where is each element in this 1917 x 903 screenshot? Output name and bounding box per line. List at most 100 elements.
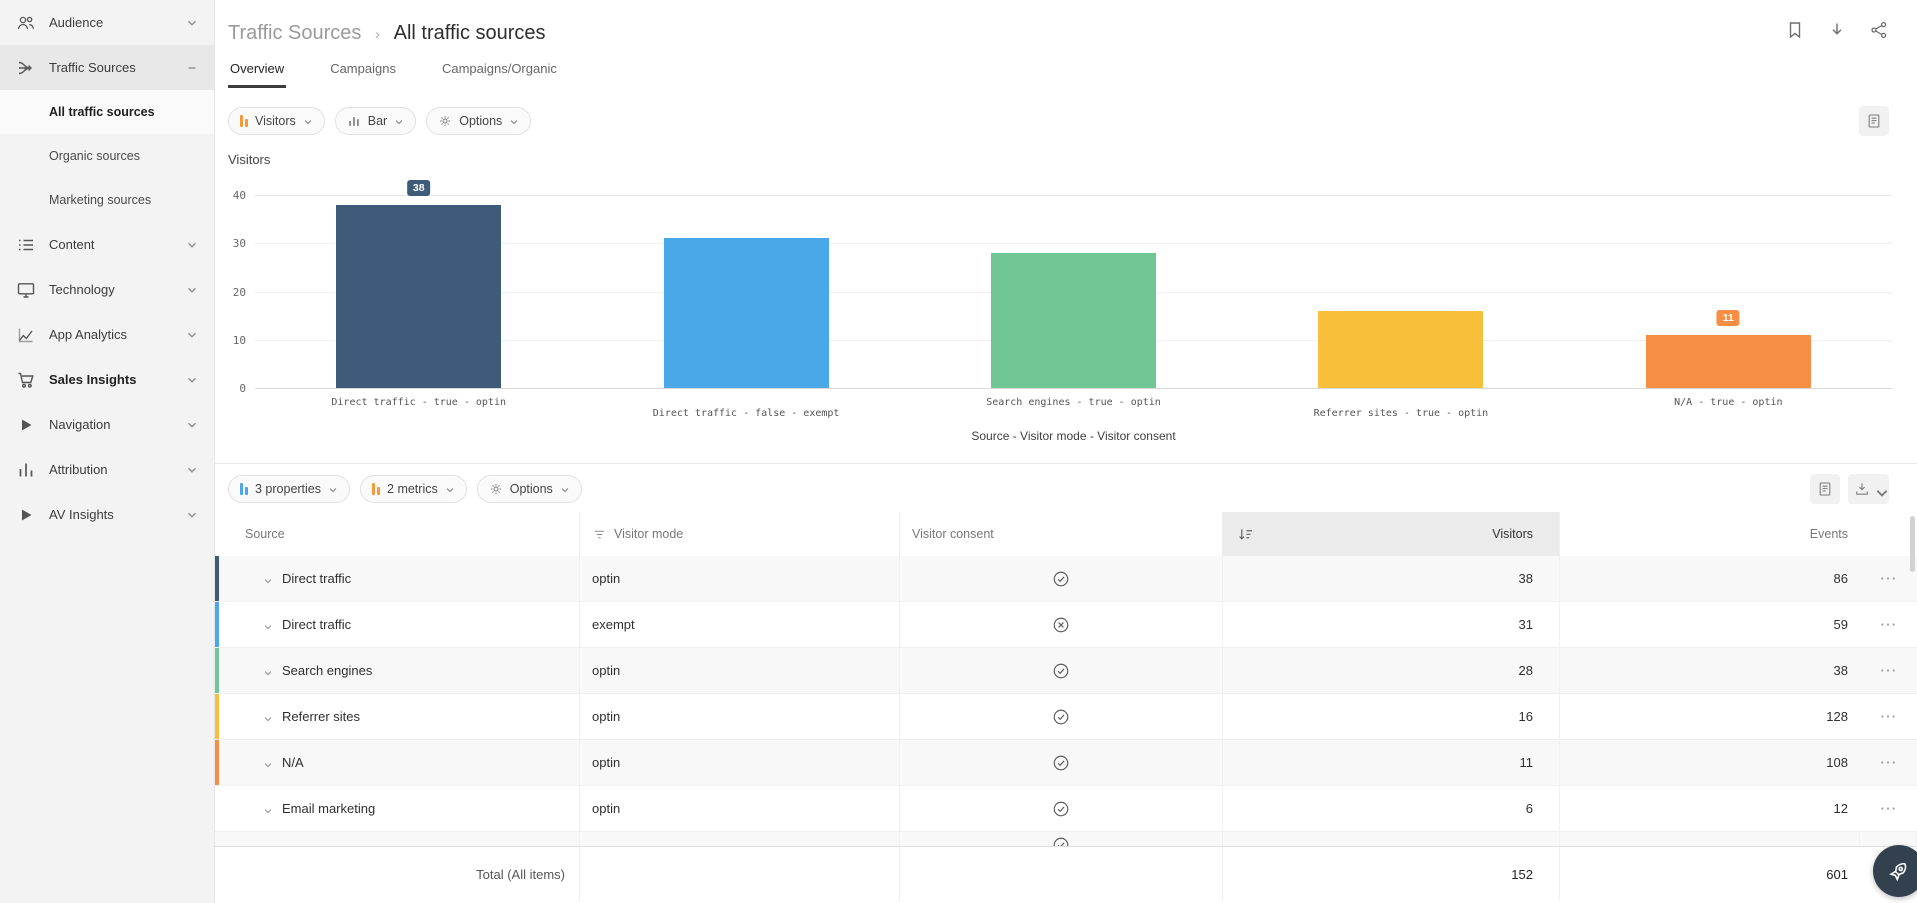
expand-chevron-icon[interactable] bbox=[263, 758, 273, 768]
share-icon[interactable] bbox=[1869, 20, 1889, 40]
metrics-select[interactable]: 2 metrics bbox=[360, 475, 467, 503]
column-header-visitor-mode[interactable]: Visitor mode bbox=[580, 512, 900, 556]
sidebar-subitem-marketing-sources[interactable]: Marketing sources bbox=[0, 178, 214, 222]
table-scrollbar[interactable] bbox=[1910, 516, 1915, 572]
table-row[interactable]: Search engines optin 28 38 ⋯ bbox=[215, 648, 1917, 694]
x-axis-title: Source - Visitor mode - Visitor consent bbox=[255, 429, 1892, 443]
download-icon[interactable] bbox=[1827, 20, 1847, 40]
sidebar-item-content[interactable]: Content bbox=[0, 222, 214, 267]
chart-type-label: Bar bbox=[368, 114, 387, 128]
assistant-fab[interactable] bbox=[1873, 845, 1917, 897]
bar-group bbox=[910, 195, 1237, 388]
chevron-down-icon bbox=[509, 116, 519, 126]
row-menu-button[interactable]: ⋯ bbox=[1880, 615, 1898, 635]
row-menu-button[interactable]: ⋯ bbox=[1880, 569, 1898, 589]
metrics-select-label: 2 metrics bbox=[387, 482, 438, 496]
sidebar-item-label: Content bbox=[49, 237, 186, 252]
properties-select[interactable]: 3 properties bbox=[228, 475, 350, 503]
check-circle-icon bbox=[1052, 708, 1070, 726]
row-menu-button[interactable]: ⋯ bbox=[1880, 661, 1898, 681]
check-circle-icon bbox=[1052, 832, 1070, 846]
chevron-down-icon bbox=[186, 419, 198, 431]
bar-direct-traffic-optin[interactable] bbox=[336, 205, 501, 388]
table-row[interactable]: N/A optin 11 108 ⋯ bbox=[215, 740, 1917, 786]
table-controls: 3 properties 2 metrics Options bbox=[228, 474, 1889, 504]
expand-chevron-icon[interactable] bbox=[263, 712, 273, 722]
row-menu-button[interactable]: ⋯ bbox=[1880, 707, 1898, 727]
sidebar-item-attribution[interactable]: Attribution bbox=[0, 447, 214, 492]
consent-status-icon bbox=[900, 648, 1223, 693]
table-options-select[interactable]: Options bbox=[477, 475, 582, 503]
bar-na[interactable] bbox=[1646, 335, 1811, 388]
table-export-button[interactable] bbox=[1848, 474, 1889, 504]
check-circle-icon bbox=[1052, 662, 1070, 680]
tab-bar: Overview Campaigns Campaigns/Organic bbox=[228, 61, 1917, 88]
cell-events: 38 bbox=[1834, 663, 1848, 678]
topbar: Traffic Sources › All traffic sources bbox=[215, 0, 1917, 45]
line-chart-icon bbox=[16, 325, 36, 345]
bar-search-engines[interactable] bbox=[991, 253, 1156, 388]
column-header-source[interactable]: Source bbox=[215, 512, 580, 556]
sidebar: Audience Traffic Sources All traffic sou… bbox=[0, 0, 215, 903]
sidebar-item-label: Audience bbox=[49, 15, 186, 30]
table-row[interactable]: Email marketing optin 6 12 ⋯ bbox=[215, 786, 1917, 832]
sidebar-item-traffic-sources[interactable]: Traffic Sources bbox=[0, 45, 214, 90]
row-menu-button[interactable]: ⋯ bbox=[1880, 753, 1898, 773]
x-tick-label: Search engines - true - optin bbox=[910, 389, 1237, 419]
column-header-events[interactable]: Events bbox=[1560, 512, 1860, 556]
sidebar-item-sales-insights[interactable]: Sales Insights bbox=[0, 357, 214, 402]
cell-events: 59 bbox=[1834, 617, 1848, 632]
column-header-menu bbox=[1860, 512, 1917, 556]
tab-campaigns-organic[interactable]: Campaigns/Organic bbox=[440, 61, 559, 88]
table-report-button[interactable] bbox=[1810, 474, 1840, 504]
cell-visitor-mode: exempt bbox=[592, 617, 635, 632]
tab-campaigns[interactable]: Campaigns bbox=[328, 61, 398, 88]
sidebar-item-navigation[interactable]: Navigation bbox=[0, 402, 214, 447]
sidebar-subitem-all-traffic-sources[interactable]: All traffic sources bbox=[0, 90, 214, 134]
expand-chevron-icon[interactable] bbox=[263, 620, 273, 630]
consent-status-icon bbox=[900, 740, 1223, 785]
table-row[interactable]: Direct traffic optin 38 86 ⋯ bbox=[215, 556, 1917, 602]
cart-icon bbox=[16, 370, 36, 390]
bookmark-icon[interactable] bbox=[1785, 20, 1805, 40]
cell-source: Referrer sites bbox=[282, 709, 360, 724]
expand-chevron-icon[interactable] bbox=[263, 804, 273, 814]
cell-visitors: 31 bbox=[1519, 617, 1533, 632]
chart-report-button[interactable] bbox=[1859, 106, 1889, 136]
chart-type-select[interactable]: Bar bbox=[335, 107, 416, 135]
column-header-visitors[interactable]: Visitors bbox=[1223, 512, 1560, 556]
bar-direct-traffic-exempt[interactable] bbox=[664, 238, 829, 388]
cell-events: 12 bbox=[1834, 801, 1848, 816]
column-header-visitor-consent[interactable]: Visitor consent bbox=[900, 512, 1223, 556]
gear-icon bbox=[489, 482, 503, 496]
chart-options-select[interactable]: Options bbox=[426, 107, 531, 135]
bar-referrer-sites[interactable] bbox=[1318, 311, 1483, 388]
consent-status-icon bbox=[900, 602, 1223, 647]
expand-chevron-icon[interactable] bbox=[263, 574, 273, 584]
cell-visitor-mode: optin bbox=[592, 801, 620, 816]
cell-events: 108 bbox=[1826, 755, 1848, 770]
cell-source: Search engines bbox=[282, 663, 372, 678]
cell-visitors: 6 bbox=[1526, 801, 1533, 816]
sidebar-item-app-analytics[interactable]: App Analytics bbox=[0, 312, 214, 357]
expand-chevron-icon[interactable] bbox=[263, 666, 273, 676]
play-triangle-icon bbox=[16, 415, 36, 435]
table-row-partial[interactable] bbox=[215, 832, 1917, 846]
y-tick: 30 bbox=[233, 237, 246, 250]
cell-visitors: 11 bbox=[1520, 755, 1534, 770]
y-tick: 0 bbox=[239, 382, 246, 395]
tab-overview[interactable]: Overview bbox=[228, 61, 286, 88]
gear-icon bbox=[438, 114, 452, 128]
table-row[interactable]: Direct traffic exempt 31 59 ⋯ bbox=[215, 602, 1917, 648]
breadcrumb[interactable]: Traffic Sources bbox=[228, 22, 361, 44]
row-menu-button[interactable]: ⋯ bbox=[1880, 799, 1898, 819]
sidebar-subitem-organic-sources[interactable]: Organic sources bbox=[0, 134, 214, 178]
table-total-row: Total (All items) 152 601 bbox=[215, 846, 1917, 901]
metric-select[interactable]: Visitors bbox=[228, 107, 325, 135]
sidebar-item-audience[interactable]: Audience bbox=[0, 0, 214, 45]
sidebar-item-av-insights[interactable]: AV Insights bbox=[0, 492, 214, 537]
sidebar-item-label: Technology bbox=[49, 282, 186, 297]
sidebar-item-technology[interactable]: Technology bbox=[0, 267, 214, 312]
table-row[interactable]: Referrer sites optin 16 128 ⋯ bbox=[215, 694, 1917, 740]
consent-status-icon bbox=[900, 786, 1223, 831]
